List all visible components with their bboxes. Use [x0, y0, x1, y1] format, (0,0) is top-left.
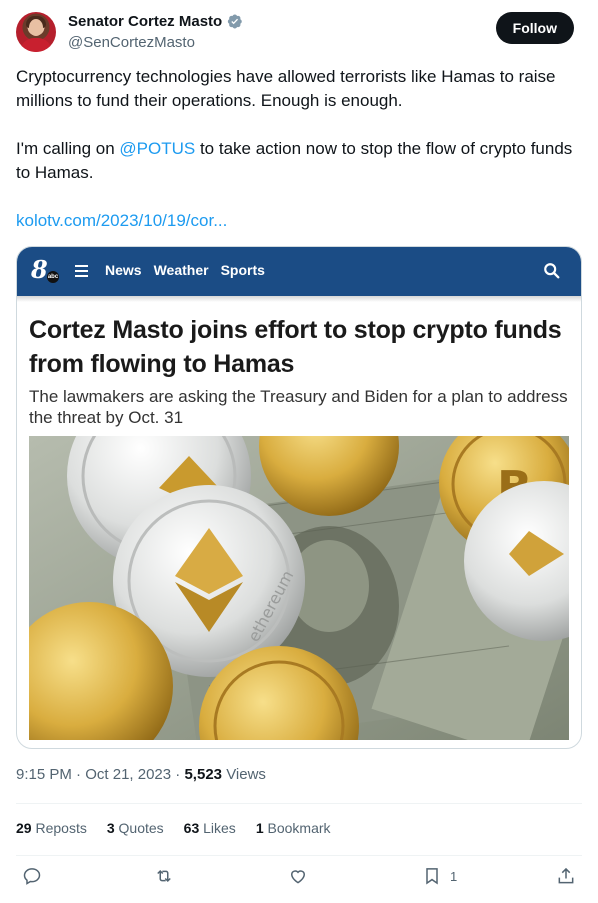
- likes-count: 63: [183, 820, 200, 836]
- likes-stat[interactable]: 63 Likes: [184, 820, 236, 836]
- views-count: 5,523: [184, 766, 223, 783]
- author-name-row: Senator Cortez Masto: [68, 13, 243, 30]
- avatar[interactable]: [16, 12, 56, 52]
- hamburger-menu-icon: [75, 265, 88, 277]
- nav-news: News: [105, 262, 142, 278]
- bookmark-icon: [426, 868, 438, 885]
- author-handle[interactable]: @SenCortezMasto: [68, 34, 195, 51]
- station-logo: 8 abc: [31, 255, 61, 284]
- logo-network: abc: [47, 271, 59, 283]
- tweet-paragraph-1: Cryptocurrency technologies have allowed…: [16, 67, 556, 110]
- tweet-date[interactable]: Oct 21, 2023: [85, 766, 171, 783]
- crypto-coins-photo: B ethereum: [29, 436, 569, 740]
- bookmarks-stat[interactable]: 1 Bookmark: [256, 820, 331, 836]
- engagement-stats: 29 Reposts 3 Quotes 63 Likes 1 Bookmark: [16, 820, 331, 836]
- views-label: Views: [226, 766, 266, 783]
- bookmarks-label: Bookmark: [267, 820, 331, 836]
- article-link[interactable]: kolotv.com/2023/10/19/cor...: [16, 211, 227, 230]
- quotes-count: 3: [106, 820, 115, 836]
- reposts-stat[interactable]: 29 Reposts: [16, 820, 87, 836]
- tweet-time[interactable]: 9:15 PM: [16, 766, 72, 783]
- reply-icon: [23, 868, 41, 885]
- nav-sports: Sports: [220, 262, 265, 278]
- tweet-text: Cryptocurrency technologies have allowed…: [16, 65, 582, 233]
- likes-label: Likes: [203, 820, 236, 836]
- search-icon: [544, 263, 560, 279]
- verified-badge-icon: [228, 14, 242, 29]
- like-icon: [290, 870, 306, 884]
- repost-icon: [157, 869, 171, 883]
- reposts-count: 29: [16, 820, 32, 836]
- article-headline: Cortez Masto joins effort to stop crypto…: [29, 316, 562, 378]
- mention-link[interactable]: @POTUS: [119, 139, 195, 158]
- divider: [16, 803, 582, 804]
- bookmark-count: 1: [450, 868, 458, 884]
- reposts-label: Reposts: [35, 820, 87, 836]
- follow-button[interactable]: Follow: [495, 12, 574, 44]
- share-icon: [558, 867, 574, 884]
- repost-button[interactable]: [154, 866, 174, 886]
- bookmarks-count: 1: [255, 820, 264, 836]
- action-bar: 1: [16, 866, 582, 894]
- bookmark-button[interactable]: 1: [422, 866, 457, 886]
- logo-number: 8: [31, 255, 48, 284]
- news-nav-links: News Weather Sports: [105, 262, 265, 278]
- tweet-header: Senator Cortez Masto @SenCortezMasto Fol…: [16, 12, 574, 54]
- tweet-text-segment: I'm calling on: [16, 139, 120, 158]
- media-card[interactable]: 8 abc News Weather Sports Cortez Masto j…: [16, 246, 582, 749]
- divider: [16, 855, 582, 856]
- nav-weather: Weather: [153, 262, 209, 278]
- share-button[interactable]: [556, 866, 576, 886]
- news-site-nav: 8 abc News Weather Sports: [17, 247, 581, 296]
- reply-button[interactable]: [22, 866, 42, 886]
- tweet-meta: 9:15 PM · Oct 21, 2023 · 5,523 Views: [16, 766, 266, 783]
- like-button[interactable]: [288, 866, 308, 886]
- tweet-paragraph-2: I'm calling on @POTUS to take action now…: [16, 137, 582, 185]
- article-subhead: The lawmakers are asking the Treasury an…: [29, 387, 568, 427]
- author-display-name[interactable]: Senator Cortez Masto: [68, 13, 222, 30]
- quotes-label: Quotes: [118, 820, 164, 836]
- quotes-stat[interactable]: 3 Quotes: [107, 820, 164, 836]
